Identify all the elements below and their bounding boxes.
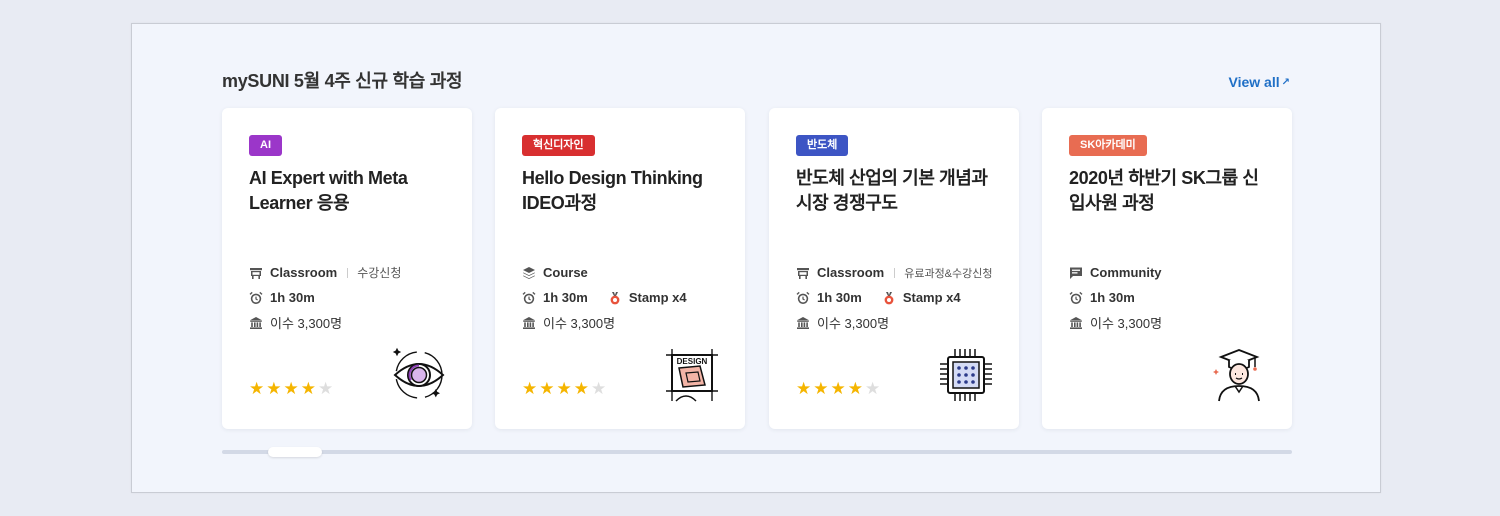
carousel-scrollbar[interactable] [222, 447, 1292, 457]
category-badge: 반도체 [796, 135, 849, 156]
meta-duration-row: 1h 30m Stamp x4 [522, 285, 732, 310]
course-completion: 이수 3,300명 [817, 316, 890, 331]
stamp-info: Stamp x4 [882, 290, 961, 305]
category-badge: AI [249, 135, 282, 156]
stamp-info: Stamp x4 [608, 290, 687, 305]
course-type-note: 수강신청 [357, 266, 402, 280]
eye-icon [392, 347, 445, 399]
course-stack-icon [523, 266, 535, 279]
meta-duration-row: 1h 30m [249, 285, 459, 310]
classroom-icon [797, 267, 809, 279]
stamp-count: Stamp x4 [628, 290, 687, 305]
meta-divider [894, 267, 896, 278]
course-completion: 이수 3,300명 [1090, 316, 1163, 331]
star-filled-icon: ★ [300, 379, 316, 398]
course-card-design-thinking[interactable]: 혁신디자인 Hello Design Thinking IDEO과정 Cours… [495, 108, 745, 429]
course-meta: Course 1h 30m Stamp x4 이수 3,300명 [522, 260, 732, 335]
course-type: Classroom [270, 265, 338, 280]
meta-completion-row: 이수 3,300명 [522, 310, 732, 335]
course-meta: Community 1h 30m 이수 3,300명 [1069, 260, 1279, 335]
course-duration: 1h 30m [543, 290, 588, 305]
alarm-clock-icon [522, 291, 536, 304]
course-title: Hello Design Thinking IDEO과정 [522, 168, 703, 213]
course-title: 반도체 산업의 기본 개념과 시장 경쟁구도 [796, 168, 988, 213]
institution-icon [1070, 316, 1082, 329]
star-filled-icon: ★ [830, 379, 846, 398]
alarm-clock-icon [249, 291, 263, 304]
rating-stars: ★ ★ ★ ★ ★ [796, 380, 880, 397]
meta-type-row: Course [522, 260, 732, 285]
star-filled-icon: ★ [847, 379, 863, 398]
chip-icon [940, 349, 992, 401]
course-duration: 1h 30m [270, 290, 315, 305]
institution-icon [797, 316, 809, 329]
meta-type-row: Community [1069, 260, 1279, 285]
alarm-clock-icon [796, 291, 810, 304]
meta-completion-row: 이수 3,300명 [1069, 310, 1279, 335]
course-title: 2020년 하반기 SK그룹 신입사원 과정 [1069, 168, 1259, 213]
course-meta: Classroom 유료과정&수강신청 1h 30m Stamp x4 이수 3… [796, 260, 1006, 335]
view-all-link[interactable]: View all ↗ [1229, 74, 1291, 90]
course-carousel-panel: mySUNI 5월 4주 신규 학습 과정 View all ↗ AI AI E… [131, 23, 1381, 493]
rating-stars: ★ ★ ★ ★ ★ [522, 380, 606, 397]
design-board-label: DESIGN [677, 357, 708, 366]
star-filled-icon: ★ [283, 379, 299, 398]
star-filled-icon: ★ [539, 379, 555, 398]
course-duration: 1h 30m [1090, 290, 1135, 305]
star-empty-icon: ★ [591, 379, 607, 398]
star-filled-icon: ★ [266, 379, 282, 398]
star-empty-icon: ★ [865, 379, 881, 398]
meta-type-row: Classroom 유료과정&수강신청 [796, 260, 1006, 285]
course-title: AI Expert with Meta Learner 응용 [249, 168, 408, 213]
star-filled-icon: ★ [249, 379, 265, 398]
star-empty-icon: ★ [318, 379, 334, 398]
category-badge: 혁신디자인 [522, 135, 595, 156]
course-card-list: AI AI Expert with Meta Learner 응용 Classr… [222, 108, 1292, 430]
section-title: mySUNI 5월 4주 신규 학습 과정 [222, 71, 463, 91]
category-badge: SK아카데미 [1069, 135, 1147, 156]
meta-type-row: Classroom 수강신청 [249, 260, 459, 285]
course-duration: 1h 30m [817, 290, 862, 305]
stamp-medal-icon [610, 291, 620, 304]
course-type-note: 유료과정&수강신청 [904, 267, 993, 280]
course-type: Classroom [817, 265, 885, 280]
graduate-icon [1213, 349, 1260, 402]
external-arrow-icon: ↗ [1281, 76, 1290, 88]
stamp-count: Stamp x4 [902, 290, 961, 305]
course-completion: 이수 3,300명 [270, 316, 343, 331]
design-board-icon: DESIGN [666, 349, 718, 402]
alarm-clock-icon [1069, 291, 1083, 304]
course-type: Community [1090, 265, 1162, 280]
star-filled-icon: ★ [573, 379, 589, 398]
course-meta: Classroom 수강신청 1h 30m 이수 3,300명 [249, 260, 459, 335]
meta-duration-row: 1h 30m [1069, 285, 1279, 310]
star-filled-icon: ★ [813, 379, 829, 398]
course-card-semiconductor[interactable]: 반도체 반도체 산업의 기본 개념과 시장 경쟁구도 Classroom 유료과… [769, 108, 1019, 429]
star-filled-icon: ★ [522, 379, 538, 398]
meta-completion-row: 이수 3,300명 [796, 310, 1006, 335]
meta-completion-row: 이수 3,300명 [249, 310, 459, 335]
community-icon [1070, 267, 1082, 279]
view-all-label: View all [1228, 74, 1280, 90]
institution-icon [250, 316, 262, 329]
classroom-icon [250, 267, 262, 279]
stamp-medal-icon [884, 291, 894, 304]
rating-stars: ★ ★ ★ ★ ★ [249, 380, 333, 397]
meta-divider [347, 267, 349, 278]
meta-duration-row: 1h 30m Stamp x4 [796, 285, 1006, 310]
course-completion: 이수 3,300명 [543, 316, 616, 331]
course-type: Course [543, 265, 588, 280]
star-filled-icon: ★ [556, 379, 572, 398]
scrollbar-thumb[interactable] [268, 447, 322, 457]
course-card-ai-expert[interactable]: AI AI Expert with Meta Learner 응용 Classr… [222, 108, 472, 429]
course-card-sk-new-employee[interactable]: SK아카데미 2020년 하반기 SK그룹 신입사원 과정 Community … [1042, 108, 1292, 429]
institution-icon [523, 316, 535, 329]
star-filled-icon: ★ [796, 379, 812, 398]
